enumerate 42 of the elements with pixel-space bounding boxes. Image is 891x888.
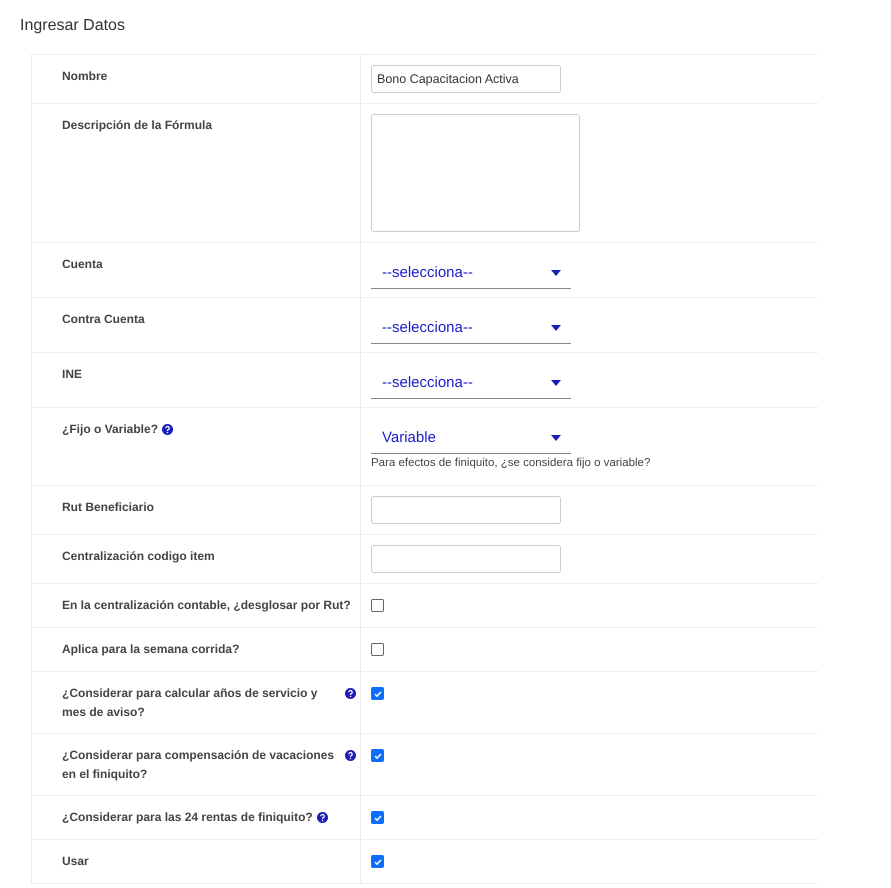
caret-icon xyxy=(551,270,561,276)
select-dropdown[interactable]: --selecciona-- xyxy=(371,367,571,399)
field-label: ¿Fijo o Variable? xyxy=(62,421,158,438)
field-label: Contra Cuenta xyxy=(62,311,145,328)
field-label: Usar xyxy=(62,853,89,870)
checkbox[interactable] xyxy=(371,749,384,762)
checkbox[interactable] xyxy=(371,599,384,612)
checkbox[interactable] xyxy=(371,643,384,656)
checkbox[interactable] xyxy=(371,811,384,824)
field-label: Nombre xyxy=(62,68,108,85)
field-label: Descripción de la Fórmula xyxy=(62,117,212,134)
check-icon xyxy=(372,750,382,760)
caret-icon xyxy=(551,380,561,386)
text-field[interactable]: Bono Capacitacion Activa xyxy=(371,65,561,93)
field-label: ¿Considerar para compensación de vacaciones en el finiquito? xyxy=(62,747,336,783)
check-icon xyxy=(372,812,382,822)
field-label: ¿Considerar para las 24 rentas de finiquito? xyxy=(62,809,313,826)
help-icon[interactable] xyxy=(345,688,356,699)
help-icon[interactable] xyxy=(316,812,328,823)
checkbox[interactable] xyxy=(371,687,384,700)
text-field[interactable] xyxy=(371,545,561,573)
field-label: Rut Beneficiario xyxy=(62,499,154,516)
help-icon[interactable] xyxy=(345,750,356,761)
select-dropdown[interactable]: --selecciona-- xyxy=(371,257,571,289)
checkbox[interactable] xyxy=(371,855,384,868)
field-label: En la centralización contable, ¿desglosar por Rut? xyxy=(62,597,351,614)
hint-text: Para efectos de finiquito, ¿se considera fijo o variable? xyxy=(371,457,652,469)
field-label: ¿Considerar para calcular años de servicio y mes de aviso? xyxy=(62,685,318,721)
field-label: Cuenta xyxy=(62,256,103,273)
select-dropdown[interactable]: --selecciona-- xyxy=(371,312,571,344)
description-field[interactable] xyxy=(371,114,580,232)
field-label: Aplica para la semana corrida? xyxy=(62,641,240,658)
page-title: Ingresar Datos xyxy=(19,16,126,36)
help-icon[interactable] xyxy=(162,424,174,435)
check-icon xyxy=(372,856,382,866)
text-field[interactable] xyxy=(371,496,561,524)
select-dropdown[interactable]: Variable xyxy=(371,422,571,454)
caret-icon xyxy=(551,434,561,440)
field-label: INE xyxy=(62,366,82,383)
caret-icon xyxy=(551,324,561,330)
check-icon xyxy=(372,688,382,698)
field-label: Centralización codigo item xyxy=(62,548,215,565)
